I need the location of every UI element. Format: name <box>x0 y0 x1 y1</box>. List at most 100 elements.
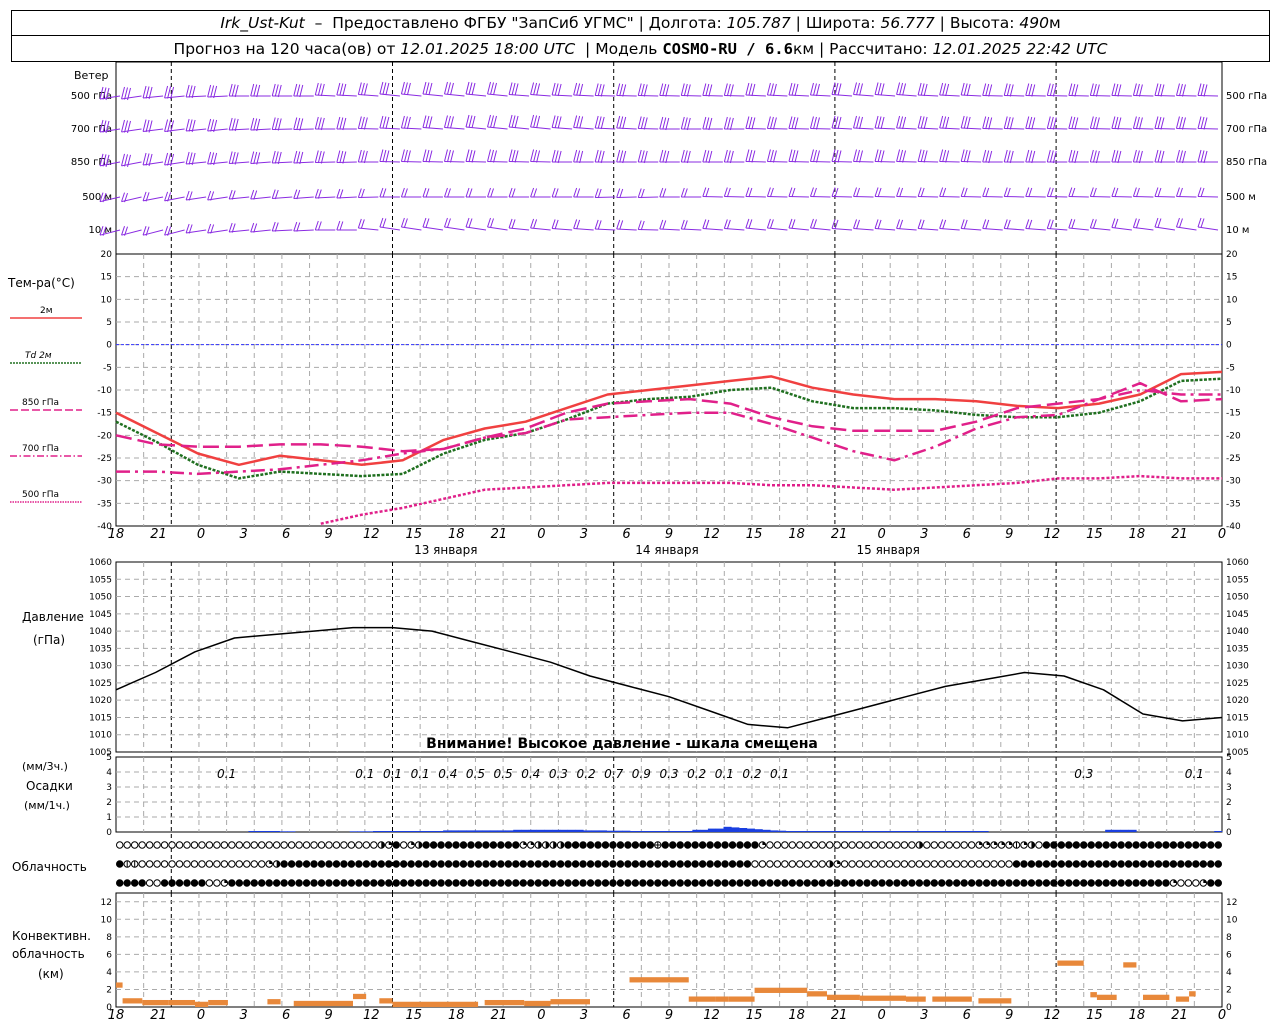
wind-barb-flag <box>1003 116 1008 129</box>
wind-barb-flag <box>1132 149 1137 163</box>
wind-barb-flag <box>468 82 473 95</box>
cloud-mark <box>1203 879 1207 883</box>
wind-barb-flag <box>357 188 362 198</box>
cloud-circle <box>1147 879 1155 887</box>
wind-barb-flag <box>228 189 233 200</box>
cloud-cover-symbol <box>952 860 961 868</box>
wind-barb-flag <box>683 220 688 230</box>
wind-barb-flag <box>1049 219 1054 230</box>
wind-barb-flag <box>809 218 814 229</box>
wind-barb-flag <box>576 115 581 129</box>
wind-barb-flag <box>557 150 562 164</box>
wind-barb-flag <box>942 116 947 129</box>
wind-barb-flag <box>616 188 621 198</box>
wind-barb-flag <box>468 218 473 228</box>
wind-barb-flag <box>339 189 344 199</box>
wind-barb-flag <box>1132 218 1137 228</box>
wind-barb-flag <box>207 118 212 132</box>
wind-barb-flag <box>942 149 947 163</box>
cloud-circle <box>1035 879 1043 887</box>
cloud-cover-symbol <box>370 860 378 868</box>
legend-label-0: 2м <box>40 306 53 316</box>
temp-tick-right: 20 <box>1226 250 1238 260</box>
cloud-circle <box>287 860 296 868</box>
cloud-cover-symbol <box>624 841 632 849</box>
conv-cloud-bar <box>932 996 972 1002</box>
cloud-circle <box>870 860 879 868</box>
cloud-circle <box>257 860 266 868</box>
wind-barb-flag <box>465 81 470 95</box>
time-tick-temp: 0 <box>878 527 886 542</box>
wind-barb-flag <box>533 115 538 128</box>
cloud-circle <box>810 860 819 868</box>
wind-barb-flag <box>317 221 322 231</box>
cloud-mark <box>1173 879 1177 883</box>
time-tick-temp: 12 <box>1044 527 1061 542</box>
cloud-circle <box>287 841 296 849</box>
cloud-circle <box>1192 860 1200 868</box>
cloud-cover-symbol <box>616 860 625 868</box>
cloud-cover-symbol <box>205 841 214 849</box>
temp-tick-left: 15 <box>101 273 112 283</box>
wind-barb-flag <box>896 219 901 229</box>
cloud-cover-symbol <box>429 841 438 849</box>
wind-barb-flag <box>988 84 993 97</box>
wind-barb-flag <box>1049 187 1054 198</box>
cloud-cover-symbol <box>250 841 258 849</box>
wind-barb-flag <box>465 217 470 228</box>
cloud-cover-symbol <box>639 879 647 887</box>
cloud-circle <box>1199 841 1208 849</box>
cloud-cover-symbol <box>1020 841 1028 849</box>
cloud-cover-symbol <box>609 879 617 887</box>
precip-3h-sum: 0.1 <box>383 767 402 781</box>
precip-bar <box>684 831 693 832</box>
cloud-cover-symbol <box>437 879 445 887</box>
cloud-cover-symbol <box>310 860 318 868</box>
cloud-cover-symbol <box>975 879 983 887</box>
cloud-cover-symbol <box>1139 860 1148 868</box>
wind-barb-flag <box>1074 84 1079 97</box>
cloud-cover-symbol <box>302 841 311 849</box>
cloud-circle <box>736 879 744 887</box>
wind-barb-flag <box>400 149 405 162</box>
wind-barb-flag <box>1200 218 1205 228</box>
cloud-circle <box>579 841 587 849</box>
conv-cloud-bar <box>1096 994 1117 1000</box>
wind-barb-flag <box>493 115 498 129</box>
precip-bar <box>505 830 514 832</box>
cloud-cover-symbol <box>474 879 483 887</box>
precip-bar <box>926 831 935 832</box>
wind-barb-flag <box>487 217 492 228</box>
wind-barb-flag <box>594 219 599 230</box>
wind-barb-flag <box>766 218 771 229</box>
cloud-circle <box>183 841 191 849</box>
cloud-circle <box>370 879 378 887</box>
cloud-circle <box>669 841 677 849</box>
cloud-cover-symbol <box>1132 841 1140 849</box>
cloud-circle <box>512 860 520 868</box>
wind-barb-flag <box>360 116 365 130</box>
cloud-cover-symbol <box>601 879 610 887</box>
cloud-circle <box>1102 860 1110 868</box>
cloud-circle <box>1042 879 1051 887</box>
precip-bar <box>544 829 553 832</box>
cloud-circle <box>257 879 266 887</box>
conv-cloud-bar <box>168 999 195 1006</box>
precip-bar <box>762 829 771 832</box>
cloud-circle <box>1005 879 1013 887</box>
wind-barb-flag <box>917 187 922 197</box>
cloud-cover-symbol <box>175 879 184 887</box>
cloud-circle <box>243 879 251 887</box>
cloud-cover-symbol <box>676 879 684 887</box>
cloud-cover-symbol <box>429 879 438 887</box>
wind-barb-flag <box>1111 116 1116 129</box>
cloud-cover-symbol <box>1057 841 1066 849</box>
wind-barb-flag <box>1203 84 1208 97</box>
wind-barb-flag <box>336 150 341 163</box>
cloud-circle <box>923 879 931 887</box>
cloud-cover-symbol <box>855 879 864 887</box>
cloud-circle <box>698 879 707 887</box>
cloud-cover-symbol <box>766 841 774 849</box>
cloud-circle <box>512 841 520 849</box>
cloud-cover-symbol <box>272 860 281 868</box>
